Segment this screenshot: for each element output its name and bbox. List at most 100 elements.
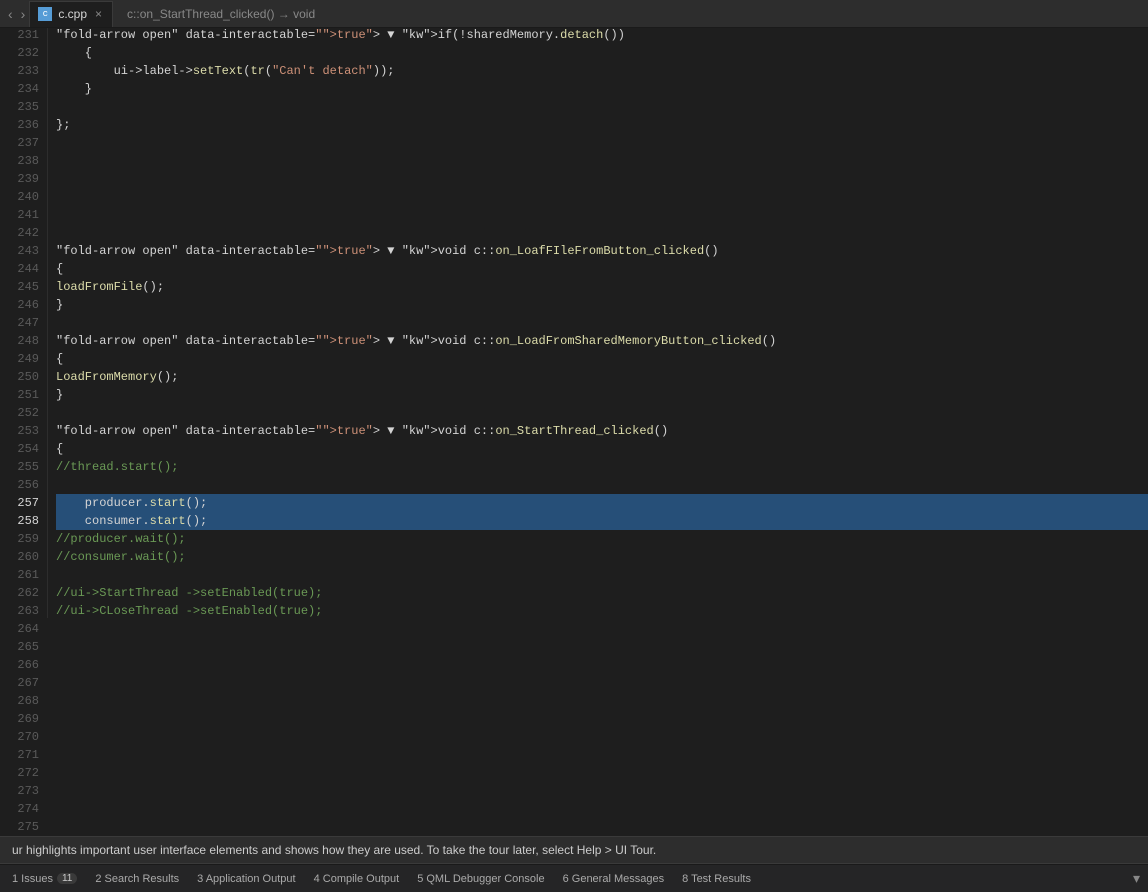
tab-close-button[interactable]: × xyxy=(93,7,104,21)
code-line xyxy=(56,314,1148,332)
line-number: 264 xyxy=(8,620,39,638)
line-number: 256 xyxy=(8,476,39,494)
notification-bar: ur highlights important user interface e… xyxy=(0,836,1148,864)
code-line xyxy=(56,98,1148,116)
line-numbers: 2192202212222232242252262272282292302312… xyxy=(0,28,48,618)
bottom-tab-qml-debugger-console[interactable]: 5 QML Debugger Console xyxy=(409,866,552,892)
code-line: { xyxy=(56,260,1148,278)
line-number: 269 xyxy=(8,710,39,728)
line-number: 236 xyxy=(8,116,39,134)
line-number: 260 xyxy=(8,548,39,566)
line-number: 242 xyxy=(8,224,39,242)
line-number: 259 xyxy=(8,530,39,548)
code-line: } xyxy=(56,296,1148,314)
nav-back-button[interactable]: ‹ xyxy=(4,0,17,28)
code-line: } xyxy=(56,80,1148,98)
line-number: 243 xyxy=(8,242,39,260)
line-number: 263 xyxy=(8,602,39,620)
line-number: 275 xyxy=(8,818,39,836)
code-editor[interactable]: 2192202212222232242252262272282292302312… xyxy=(0,28,1148,836)
code-line: { xyxy=(56,440,1148,458)
line-number: 231 xyxy=(8,28,39,44)
code-line: } xyxy=(56,386,1148,404)
bottom-tab-search-results[interactable]: 2 Search Results xyxy=(87,866,187,892)
code-line xyxy=(56,566,1148,584)
line-number: 244 xyxy=(8,260,39,278)
code-line: //ui->StartThread ->setEnabled(true); xyxy=(56,584,1148,602)
code-line: //ui->CLoseThread ->setEnabled(true); xyxy=(56,602,1148,618)
file-icon: c xyxy=(38,7,52,21)
code-line xyxy=(56,170,1148,188)
bottom-tab-compile-output[interactable]: 4 Compile Output xyxy=(306,866,408,892)
line-number: 273 xyxy=(8,782,39,800)
code-line: //thread.start(); xyxy=(56,458,1148,476)
line-number: 232 xyxy=(8,44,39,62)
line-number: 241 xyxy=(8,206,39,224)
line-number: 250 xyxy=(8,368,39,386)
line-number: 257 xyxy=(8,494,39,512)
bottom-tab-application-output[interactable]: 3 Application Output xyxy=(189,866,303,892)
line-number: 249 xyxy=(8,350,39,368)
line-number: 266 xyxy=(8,656,39,674)
line-number: 271 xyxy=(8,746,39,764)
line-number: 268 xyxy=(8,692,39,710)
code-line: { xyxy=(56,44,1148,62)
code-line xyxy=(56,206,1148,224)
code-line xyxy=(56,188,1148,206)
nav-forward-button[interactable]: › xyxy=(17,0,30,28)
code-line: ui->label->setText(tr("Can't detach")); xyxy=(56,62,1148,80)
bottom-tab-bar: 1 Issues 112 Search Results3 Application… xyxy=(0,864,1148,892)
tab-file-name: c.cpp xyxy=(58,7,87,21)
line-number: 248 xyxy=(8,332,39,350)
line-number: 239 xyxy=(8,170,39,188)
code-line xyxy=(56,224,1148,242)
line-number: 270 xyxy=(8,728,39,746)
code-line: producer.start(); xyxy=(56,494,1148,512)
code-line: }; xyxy=(56,116,1148,134)
line-number: 254 xyxy=(8,440,39,458)
code-line: loadFromFile(); xyxy=(56,278,1148,296)
file-tab[interactable]: c c.cpp × xyxy=(29,1,113,27)
code-line: "fold-arrow open" data-interactable="">t… xyxy=(56,242,1148,260)
code-line: "fold-arrow open" data-interactable="">t… xyxy=(56,332,1148,350)
line-number: 272 xyxy=(8,764,39,782)
line-number: 274 xyxy=(8,800,39,818)
line-number: 247 xyxy=(8,314,39,332)
bottom-tab-general-messages[interactable]: 6 General Messages xyxy=(555,866,673,892)
line-number: 262 xyxy=(8,584,39,602)
notification-text: ur highlights important user interface e… xyxy=(12,843,656,857)
code-line: //consumer.wait(); xyxy=(56,548,1148,566)
line-number: 237 xyxy=(8,134,39,152)
line-number: 267 xyxy=(8,674,39,692)
line-number: 235 xyxy=(8,98,39,116)
line-number: 255 xyxy=(8,458,39,476)
line-number: 245 xyxy=(8,278,39,296)
breadcrumb: c::on_StartThread_clicked() → void xyxy=(115,7,1144,21)
bottom-tab-issues[interactable]: 1 Issues 11 xyxy=(4,866,85,892)
code-line: //producer.wait(); xyxy=(56,530,1148,548)
line-number: 258 xyxy=(8,512,39,530)
code-line: consumer.start(); xyxy=(56,512,1148,530)
code-line: { xyxy=(56,350,1148,368)
line-number: 251 xyxy=(8,386,39,404)
code-line: "fold-arrow open" data-interactable="">t… xyxy=(56,28,1148,44)
line-number: 238 xyxy=(8,152,39,170)
tab-bar: ‹ › c c.cpp × c::on_StartThread_clicked(… xyxy=(0,0,1148,28)
code-line: LoadFromMemory(); xyxy=(56,368,1148,386)
line-number: 246 xyxy=(8,296,39,314)
code-line xyxy=(56,134,1148,152)
line-number: 233 xyxy=(8,62,39,80)
code-line xyxy=(56,404,1148,422)
code-line: "fold-arrow open" data-interactable="">t… xyxy=(56,422,1148,440)
bottom-tab-test-results[interactable]: 8 Test Results xyxy=(674,866,759,892)
bottom-tab-more-button[interactable]: ▾ xyxy=(1129,870,1144,887)
line-number: 265 xyxy=(8,638,39,656)
line-number: 252 xyxy=(8,404,39,422)
line-number: 234 xyxy=(8,80,39,98)
line-number: 253 xyxy=(8,422,39,440)
code-line xyxy=(56,476,1148,494)
line-number: 261 xyxy=(8,566,39,584)
line-number: 240 xyxy=(8,188,39,206)
code-line xyxy=(56,152,1148,170)
code-content[interactable]: sharedMemory.lock(); buffer.setData(("kw… xyxy=(48,28,1148,618)
